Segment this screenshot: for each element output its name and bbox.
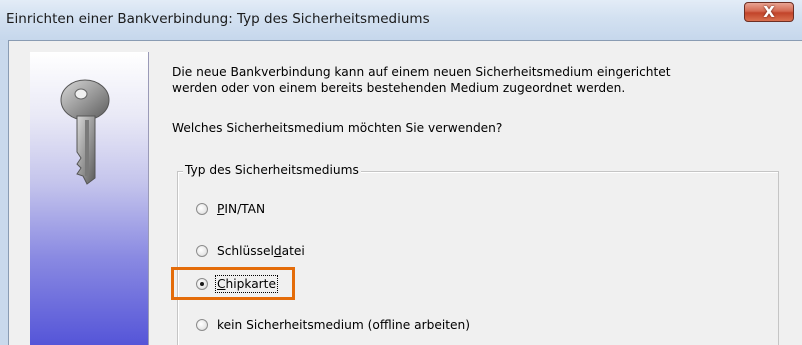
highlight-annotation [171,267,295,300]
radio-kein-sicherheitsmedium[interactable]: kein Sicherheitsmedium (offline arbeiten… [196,316,470,334]
radio-pin-tan[interactable]: PIN/TAN [196,200,265,218]
radio-label-pin-tan: PIN/TAN [217,202,266,216]
radio-schluesseldatei[interactable]: Schlüsseldatei [196,242,305,260]
description-text: Die neue Bankverbindung kann auf einem n… [172,64,782,96]
wizard-side-panel [30,52,149,345]
radio-button-kein-sicherheitsmedium[interactable] [196,319,208,331]
description-line-1: Die neue Bankverbindung kann auf einem n… [172,65,671,79]
groupbox-legend: Typ des Sicherheitsmediums [183,163,361,177]
radio-button-schluesseldatei[interactable] [196,245,208,257]
question-text: Welches Sicherheitsmedium möchten Sie ve… [172,121,503,135]
description-line-2: werden oder von einem bereits bestehende… [172,81,626,95]
window-title: Einrichten einer Bankverbindung: Typ des… [6,11,430,27]
radio-label-kein-sicherheitsmedium: kein Sicherheitsmedium (offline arbeiten… [217,318,470,332]
dialog-window: Einrichten einer Bankverbindung: Typ des… [0,0,802,345]
close-icon: X [763,3,775,21]
radio-label-schluesseldatei: Schlüsseldatei [217,244,305,258]
close-button[interactable]: X [744,2,794,22]
key-icon [60,79,110,185]
title-bar[interactable]: Einrichten einer Bankverbindung: Typ des… [0,0,802,40]
radio-button-pin-tan[interactable] [196,203,208,215]
